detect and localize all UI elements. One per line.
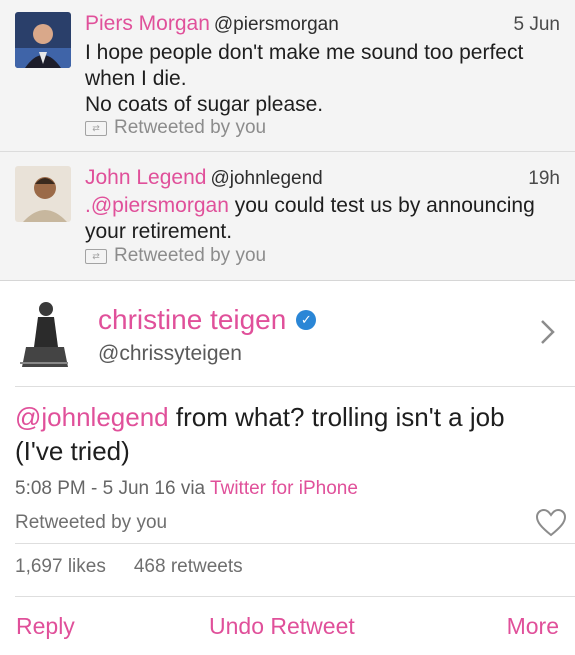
tweet-text-line: .@piersmorgan you could test us by annou… bbox=[85, 193, 565, 219]
profile-name-text[interactable]: christine teigen bbox=[98, 304, 286, 336]
retweet-icon: ⇄ bbox=[85, 120, 107, 136]
author-handle[interactable]: @piersmorgan bbox=[214, 14, 339, 35]
heart-icon[interactable] bbox=[535, 508, 567, 538]
tweet-text: I hope people don't make me sound too pe… bbox=[85, 40, 565, 118]
profile-name[interactable]: christine teigen ✓ bbox=[98, 304, 317, 336]
tweet-text-line: I hope people don't make me sound too pe… bbox=[85, 41, 524, 64]
retweeted-indicator: ⇄ Retweeted by you bbox=[85, 245, 266, 267]
tweet-stats: 1,697 likes 468 retweets bbox=[15, 556, 243, 578]
tweet-text-line: when I die. bbox=[85, 67, 187, 90]
verified-icon: ✓ bbox=[296, 310, 317, 330]
source-link[interactable]: Twitter for iPhone bbox=[210, 478, 358, 499]
tweet-time: 19h bbox=[528, 168, 560, 189]
author-handle[interactable]: @johnlegend bbox=[210, 168, 322, 189]
profile-handle[interactable]: @chrissyteigen bbox=[98, 342, 242, 366]
tweet-text-line: your retirement. bbox=[85, 220, 233, 243]
retweet-icon: ⇄ bbox=[85, 248, 107, 264]
avatar[interactable] bbox=[16, 297, 72, 369]
tweet-text-line: No coats of sugar please. bbox=[85, 93, 324, 116]
divider bbox=[15, 386, 575, 387]
chevron-right-icon[interactable] bbox=[539, 318, 557, 346]
retweeted-label: Retweeted by you bbox=[15, 512, 168, 533]
retweeted-label: Retweeted by you bbox=[114, 117, 267, 138]
tweet-time: 5 Jun bbox=[513, 14, 560, 35]
retweeted-indicator: ⇄ Retweeted by you bbox=[85, 117, 266, 139]
retweets-count[interactable]: 468 retweets bbox=[134, 556, 243, 578]
mention-link[interactable]: @johnlegend bbox=[15, 402, 169, 432]
more-button[interactable]: More bbox=[507, 613, 559, 640]
retweeted-label: Retweeted by you bbox=[114, 245, 267, 266]
tweet-text-fragment: you could test us by announcing bbox=[228, 194, 535, 217]
tweet-text: .@piersmorgan you could test us by annou… bbox=[85, 193, 565, 245]
action-bar: Reply Undo Retweet More bbox=[0, 596, 575, 655]
tweet-author[interactable]: Piers Morgan @piersmorgan bbox=[85, 12, 339, 36]
author-name[interactable]: Piers Morgan bbox=[85, 12, 210, 35]
tweet-timestamp: 5:08 PM - 5 Jun 16 via bbox=[15, 478, 211, 499]
reply-button[interactable]: Reply bbox=[16, 613, 75, 640]
avatar[interactable] bbox=[15, 12, 71, 68]
tweet-text: @johnlegend from what? trolling isn't a … bbox=[15, 400, 560, 468]
divider bbox=[15, 543, 575, 544]
author-name[interactable]: John Legend bbox=[85, 166, 206, 189]
tweet-meta: 5:08 PM - 5 Jun 16 via Twitter for iPhon… bbox=[15, 478, 358, 500]
likes-count[interactable]: 1,697 likes bbox=[15, 556, 106, 578]
avatar[interactable] bbox=[15, 166, 71, 222]
mention-link[interactable]: .@piersmorgan bbox=[85, 194, 229, 217]
tweet-author[interactable]: John Legend @johnlegend bbox=[85, 166, 323, 190]
undo-retweet-button[interactable]: Undo Retweet bbox=[209, 613, 355, 640]
